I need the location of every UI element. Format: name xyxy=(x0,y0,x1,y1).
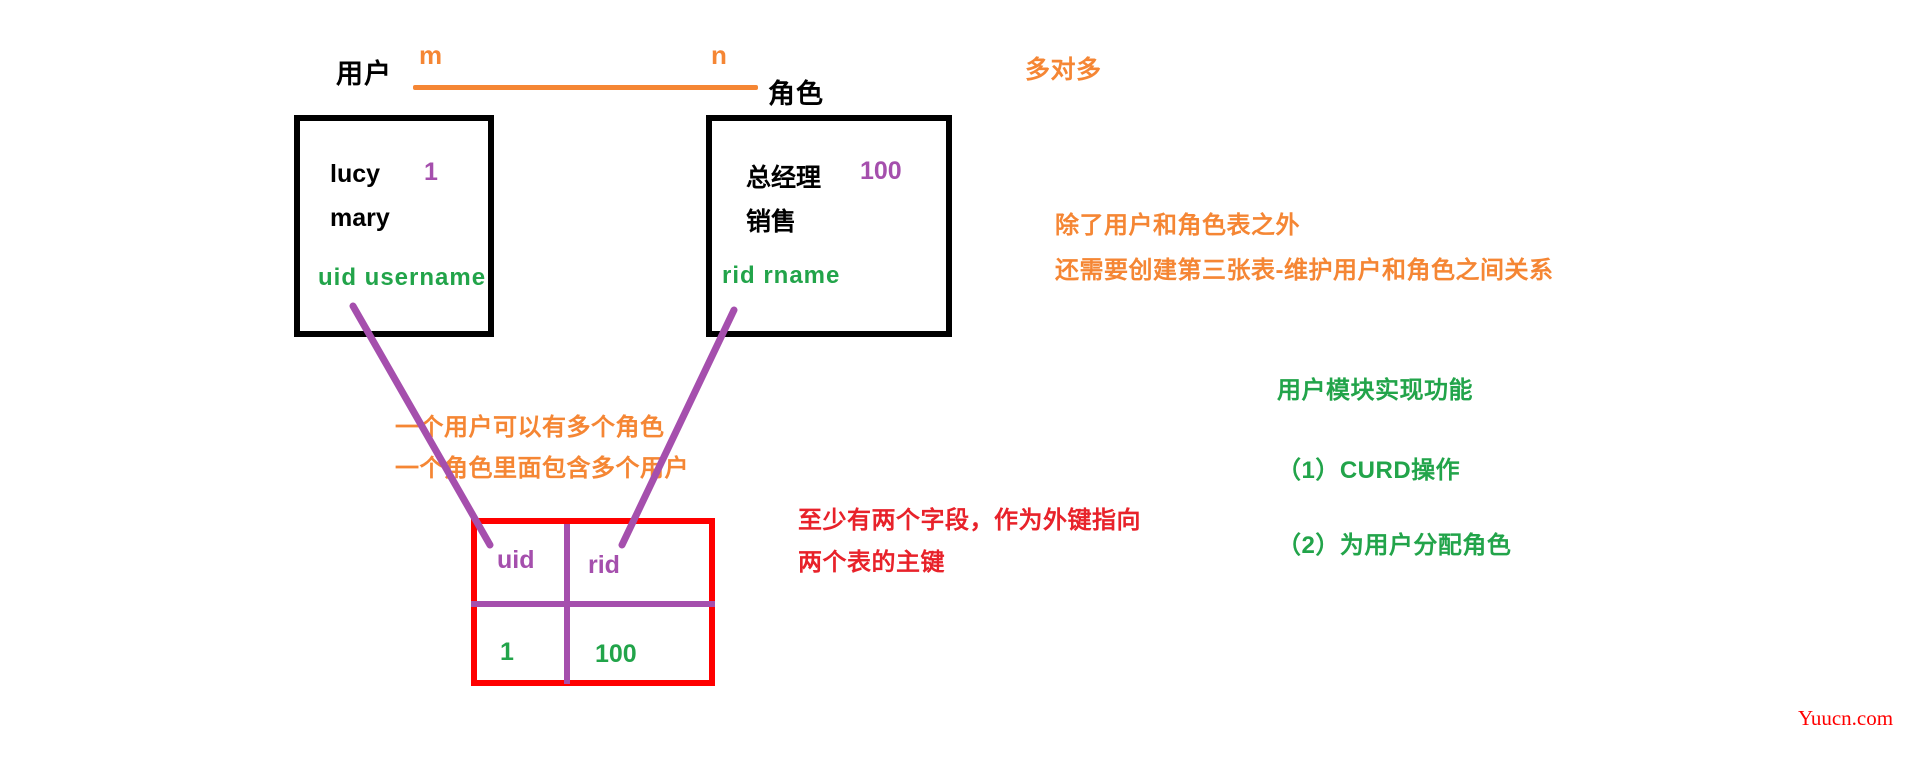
user-table-box xyxy=(294,115,494,337)
role-row-0-id: 100 xyxy=(860,157,902,185)
join-table-value-rid: 100 xyxy=(595,640,637,668)
join-table-header-uid: uid xyxy=(497,546,535,574)
orange-note-middle-line-1: 一个角色里面包含多个用户 xyxy=(395,455,689,482)
right-entity-label: 角色 xyxy=(768,79,824,109)
red-note-line-1: 两个表的主键 xyxy=(798,549,945,576)
relationship-line xyxy=(413,85,758,90)
user-table-fields: uid username xyxy=(318,264,487,291)
join-table-row-divider xyxy=(471,601,715,607)
green-note-item-1: （2）为用户分配角色 xyxy=(1277,532,1512,559)
user-row-0-name: lucy xyxy=(330,160,381,188)
role-row-1-name: 销售 xyxy=(746,208,797,236)
role-table-fields: rid rname xyxy=(722,262,841,289)
watermark: Yuucn.com xyxy=(1798,706,1894,730)
green-note-heading: 用户模块实现功能 xyxy=(1277,377,1473,404)
red-note-line-0: 至少有两个字段，作为外键指向 xyxy=(798,507,1141,534)
left-entity-label: 用户 xyxy=(336,59,392,89)
join-table-header-rid: rid xyxy=(588,551,620,579)
diagram-canvas: 用户 m n 角色 多对多 lucy 1 mary uid username 总… xyxy=(0,0,1913,766)
user-row-1-name: mary xyxy=(330,204,390,232)
join-table-column-divider xyxy=(564,524,570,684)
orange-note-middle-line-0: 一个用户可以有多个角色 xyxy=(395,414,665,441)
orange-note-right-line-0: 除了用户和角色表之外 xyxy=(1055,212,1300,239)
right-cardinality-label: n xyxy=(711,40,727,70)
orange-note-right-line-1: 还需要创建第三张表-维护用户和角色之间关系 xyxy=(1055,257,1554,284)
user-row-0-id: 1 xyxy=(424,158,438,186)
connector-lines-overlay xyxy=(349,302,738,549)
join-table-value-uid: 1 xyxy=(500,638,514,666)
green-note-item-0: （1）CURD操作 xyxy=(1277,457,1461,484)
role-row-0-name: 总经理 xyxy=(746,164,822,192)
left-cardinality-label: m xyxy=(419,40,443,70)
role-table-box xyxy=(706,115,952,337)
relationship-type-note: 多对多 xyxy=(1025,56,1102,84)
